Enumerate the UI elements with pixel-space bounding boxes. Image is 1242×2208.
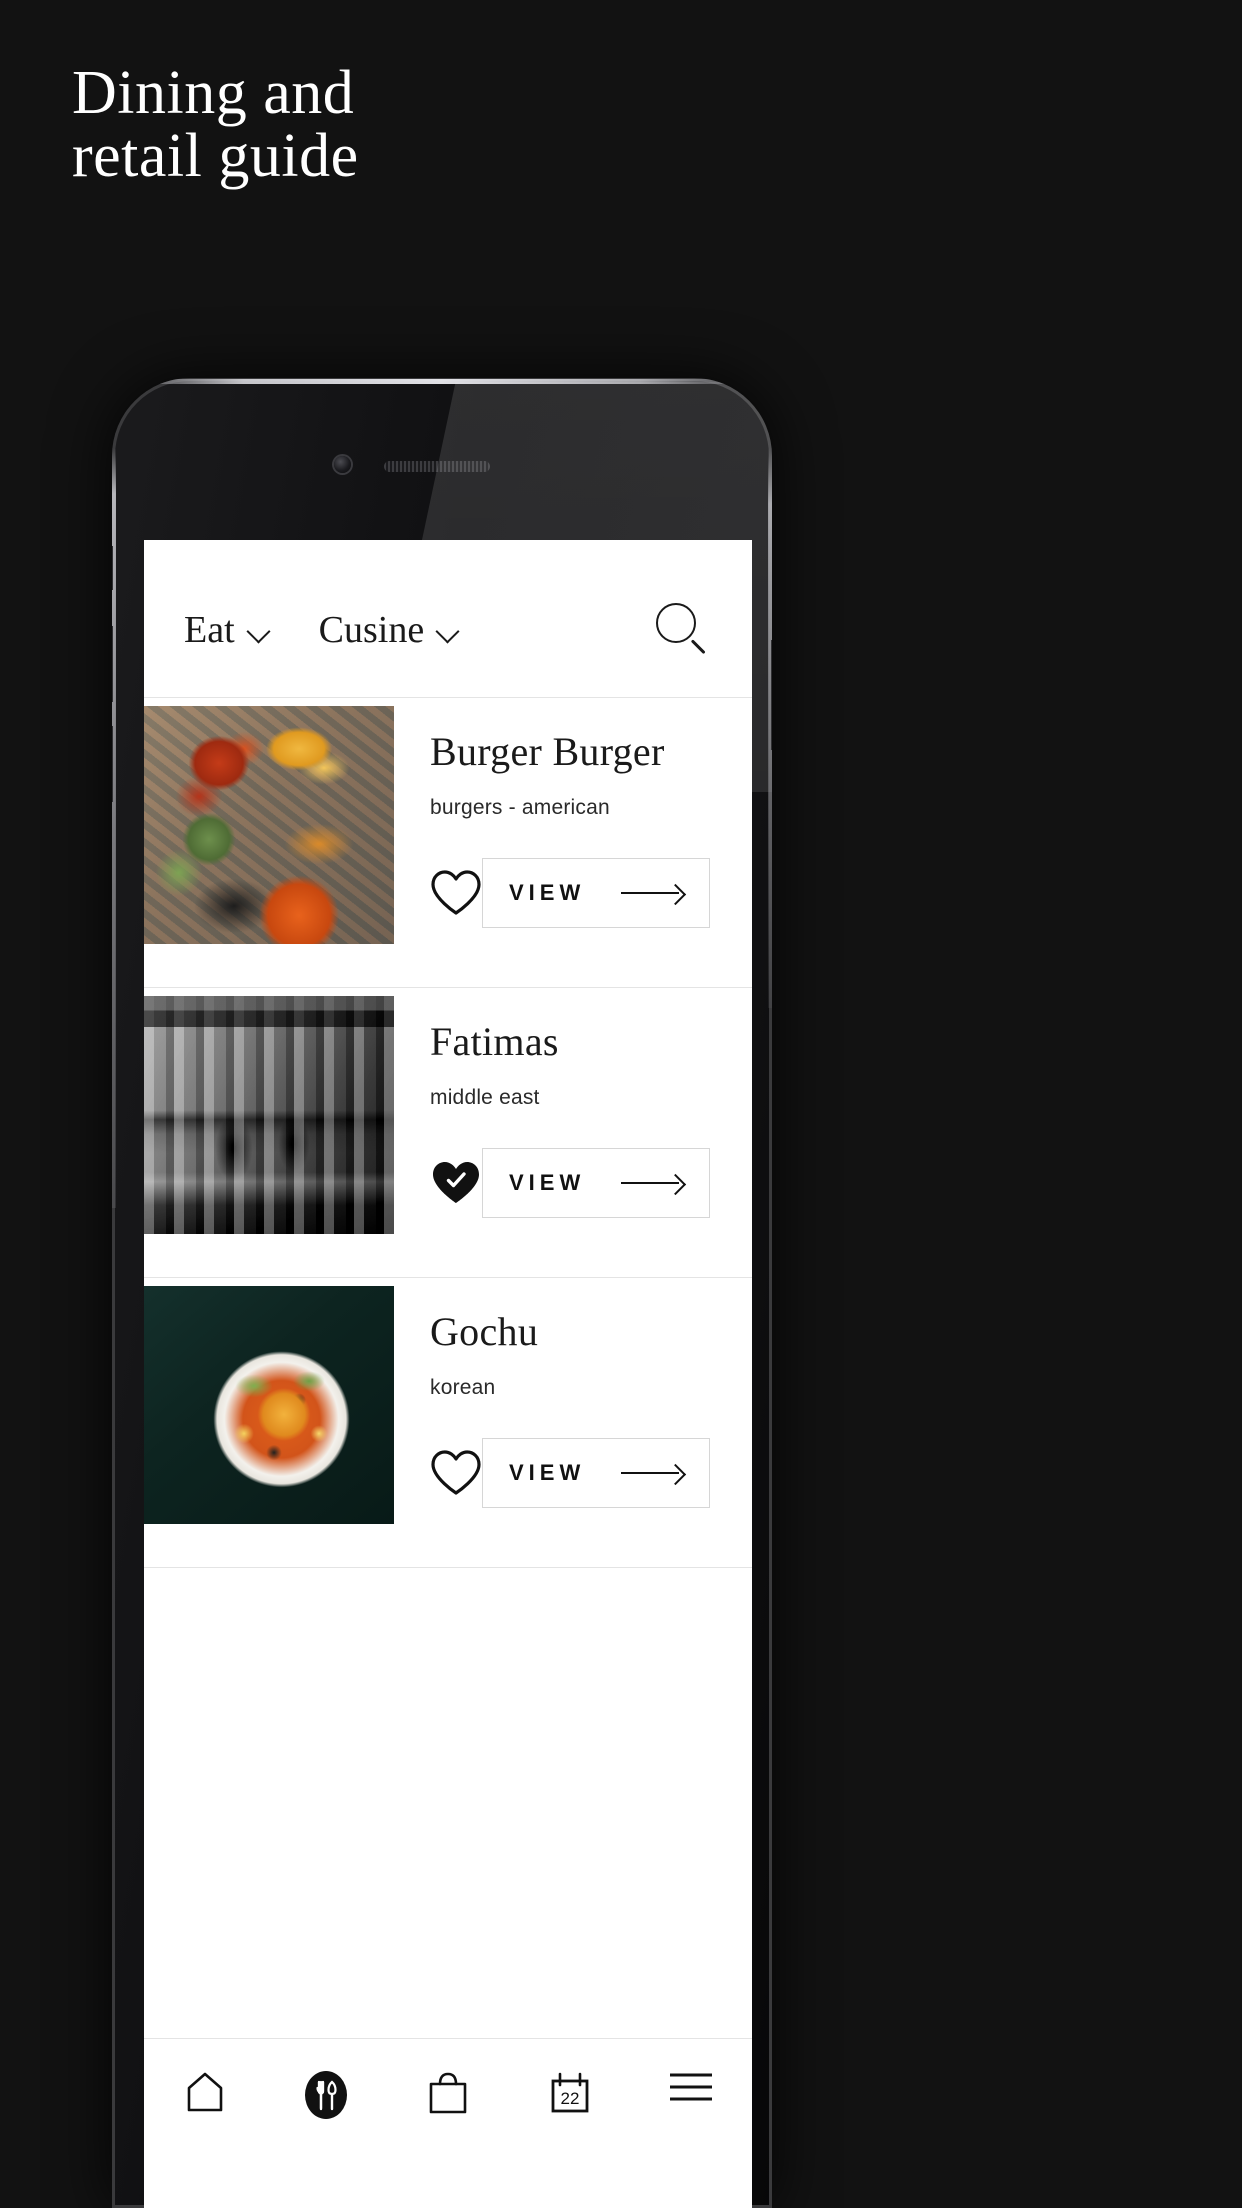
filter-cusine-label: Cusine bbox=[318, 608, 425, 651]
view-button-label: VIEW bbox=[509, 1170, 586, 1195]
chevron-down-icon bbox=[436, 623, 460, 637]
view-button-label: VIEW bbox=[509, 880, 586, 905]
tab-events[interactable]: 22 bbox=[509, 2069, 631, 2117]
listing-actions: VIEW bbox=[430, 1148, 710, 1218]
listing-actions: VIEW bbox=[430, 858, 710, 928]
listing-name: Burger Burger bbox=[430, 729, 665, 774]
listing-thumbnail[interactable] bbox=[144, 1286, 394, 1524]
listing-category: middle east bbox=[430, 1086, 540, 1109]
silent-switch[interactable] bbox=[112, 546, 113, 590]
filter-eat-label: Eat bbox=[184, 608, 235, 651]
tab-eat[interactable] bbox=[266, 2069, 388, 2121]
power-button[interactable] bbox=[771, 640, 772, 750]
phone-rim-top bbox=[132, 379, 752, 384]
filter-eat[interactable]: Eat bbox=[184, 611, 271, 649]
listing-category: burgers - american bbox=[430, 796, 610, 819]
tab-home[interactable] bbox=[144, 2069, 266, 2115]
listing-row[interactable]: Fatimas middle east VIEW bbox=[144, 988, 752, 1278]
listing-thumbnail[interactable] bbox=[144, 996, 394, 1234]
listing-name: Fatimas bbox=[430, 1019, 559, 1064]
shopping-bag-icon bbox=[425, 2069, 471, 2117]
app-header: Eat Cusine bbox=[144, 540, 752, 698]
filter-cusine[interactable]: Cusine bbox=[319, 611, 461, 649]
listing-thumbnail[interactable] bbox=[144, 706, 394, 944]
phone-screen: Eat Cusine Burger Burger burgers - ameri… bbox=[144, 540, 752, 2208]
calendar-icon: 22 bbox=[546, 2069, 594, 2117]
listing-info: Fatimas middle east VIEW bbox=[394, 988, 752, 1277]
view-button[interactable]: VIEW bbox=[482, 858, 710, 928]
page-title: Dining and retail guide bbox=[72, 59, 359, 191]
view-button[interactable]: VIEW bbox=[482, 1438, 710, 1508]
heart-outline-icon[interactable] bbox=[430, 1449, 482, 1497]
volume-up-button[interactable] bbox=[112, 626, 113, 702]
chevron-down-icon bbox=[247, 623, 271, 637]
search-icon[interactable] bbox=[654, 601, 710, 657]
heart-filled-check-icon[interactable] bbox=[430, 1159, 482, 1207]
view-button-label: VIEW bbox=[509, 1460, 586, 1485]
listing-actions: VIEW bbox=[430, 1438, 710, 1508]
phone-top-bezel bbox=[112, 378, 772, 560]
arrow-right-icon bbox=[621, 885, 683, 901]
view-button[interactable]: VIEW bbox=[482, 1148, 710, 1218]
search-glass bbox=[656, 602, 696, 643]
listing-info: Gochu korean VIEW bbox=[394, 1278, 752, 1567]
front-camera-icon bbox=[334, 456, 351, 473]
tab-shop[interactable] bbox=[387, 2069, 509, 2117]
listing-info: Burger Burger burgers - american VIEW bbox=[394, 698, 752, 987]
phone-body: Eat Cusine Burger Burger burgers - ameri… bbox=[112, 378, 772, 2208]
search-handle bbox=[691, 638, 706, 654]
volume-down-button[interactable] bbox=[112, 726, 113, 802]
listing-category: korean bbox=[430, 1376, 496, 1399]
listing-name: Gochu bbox=[430, 1309, 539, 1354]
hamburger-menu-icon bbox=[667, 2069, 715, 2105]
cutlery-icon bbox=[300, 2069, 352, 2121]
listing-row[interactable]: Burger Burger burgers - american VIEW bbox=[144, 698, 752, 988]
tab-menu[interactable] bbox=[630, 2069, 752, 2105]
arrow-right-icon bbox=[621, 1175, 683, 1191]
listing-row[interactable]: Gochu korean VIEW bbox=[144, 1278, 752, 1568]
bottom-tab-bar: 22 bbox=[144, 2038, 752, 2208]
heart-outline-icon[interactable] bbox=[430, 869, 482, 917]
phone-mockup: Eat Cusine Burger Burger burgers - ameri… bbox=[112, 378, 772, 2208]
earpiece-speaker bbox=[384, 461, 490, 472]
home-icon bbox=[182, 2069, 228, 2115]
arrow-right-icon bbox=[621, 1465, 683, 1481]
calendar-badge-text: 22 bbox=[560, 2089, 579, 2108]
